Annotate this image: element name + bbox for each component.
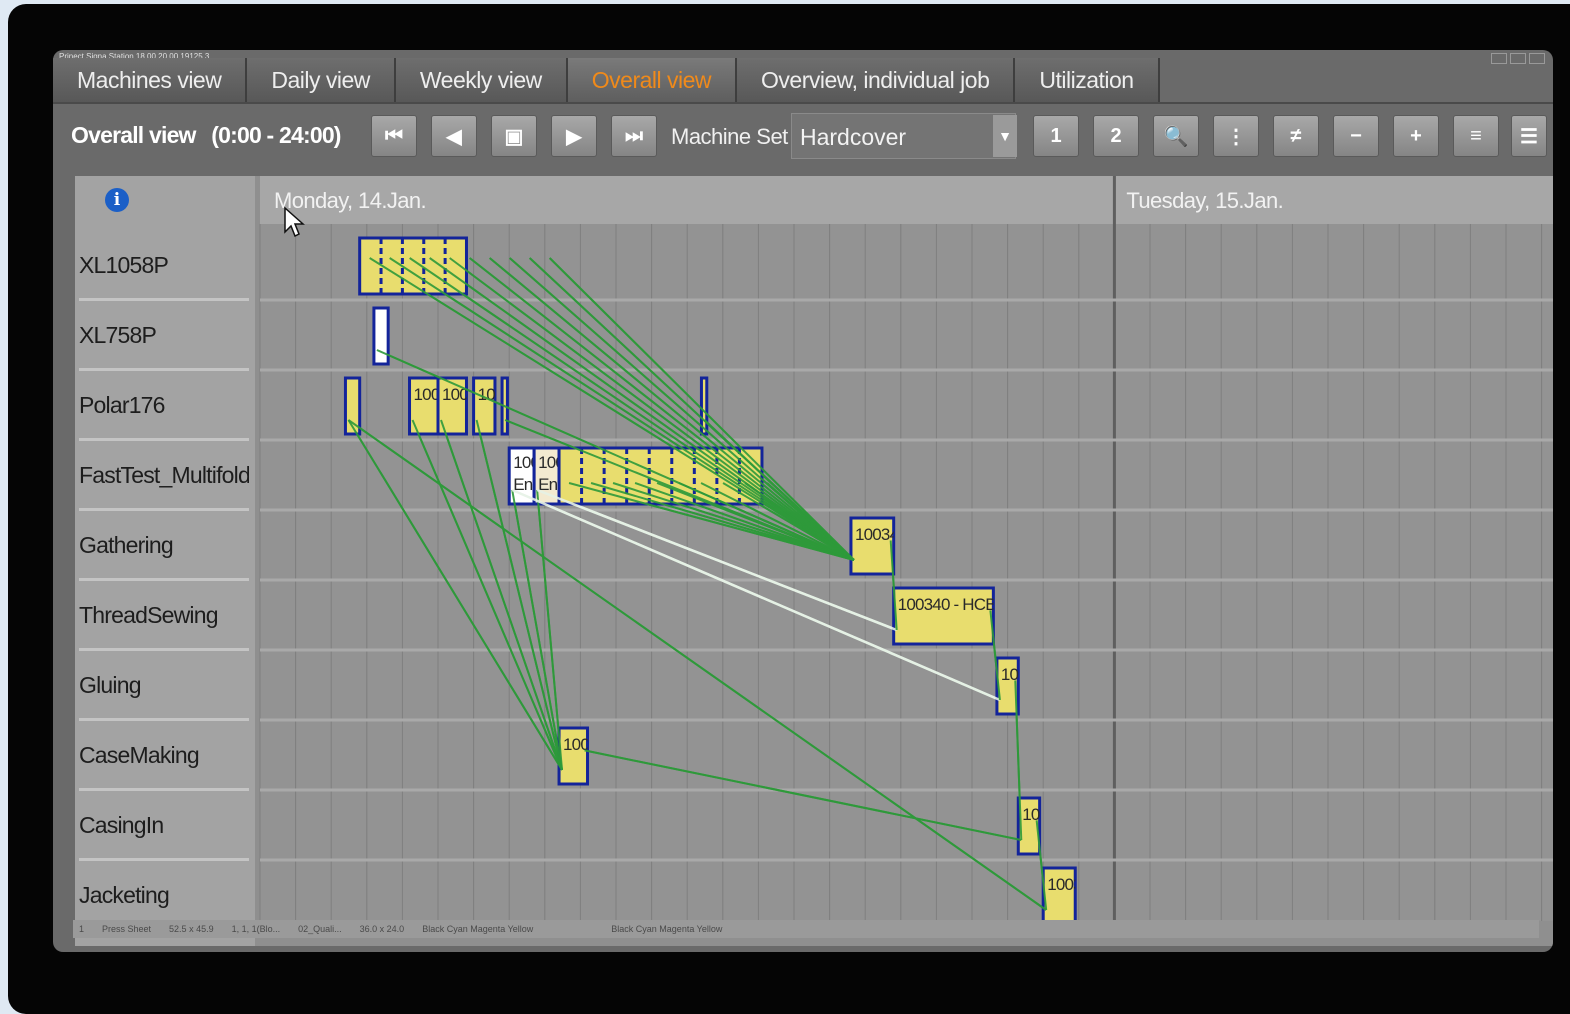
next-icon: ▶ <box>566 125 582 148</box>
list-button[interactable]: ≡ <box>1453 115 1499 157</box>
network-icon: ⋮ <box>1226 125 1246 148</box>
status-bar: 1 Press Sheet 52.5 x 45.9 1, 1, 1(Blo...… <box>73 920 1539 938</box>
status-item: 1, 1, 1(Blo... <box>231 924 281 934</box>
tab-overview-individual-job[interactable]: Overview, individual job <box>737 58 1016 102</box>
status-item: 1 <box>79 924 85 934</box>
zoom-in-button[interactable]: + <box>1393 115 1439 157</box>
machine-set-label: Machine Set <box>671 124 788 149</box>
previous-icon: ◀ <box>446 125 462 148</box>
first-button[interactable]: ⏮ <box>371 115 417 157</box>
list-icon: ≡ <box>1470 124 1482 147</box>
machine-set-select[interactable]: Hardcover <box>791 113 1016 159</box>
next-button[interactable]: ▶ <box>551 115 597 157</box>
view-1-icon: 1 <box>1050 124 1062 147</box>
today-icon: ▣ <box>504 125 524 148</box>
tab-utilization[interactable]: Utilization <box>1015 58 1160 102</box>
first-icon: ⏮ <box>385 124 403 147</box>
application-window: Prinect Signa Station 18.00 20.00.19125.… <box>53 50 1553 952</box>
status-item: 02_Quali... <box>298 924 342 934</box>
view-tabs: Machines view Daily view Weekly view Ove… <box>53 58 1553 102</box>
chevron-down-icon[interactable]: ▼ <box>993 115 1017 157</box>
document-search-button[interactable]: 🔍 <box>1153 115 1199 157</box>
day-label: Tuesday, 15.Jan. <box>1126 188 1283 213</box>
page-title: Overall view (0:00 - 24:00) <box>71 122 341 149</box>
tab-weekly-view[interactable]: Weekly view <box>395 58 568 102</box>
gantt-canvas: Monday, 14.Jan.Tuesday, 15.Jan.100340100… <box>259 176 1553 921</box>
toolbar: Overall view (0:00 - 24:00) ⏮ ◀ ▣ ▶ ⏭ Ma… <box>53 102 1553 168</box>
tab-overall-view[interactable]: Overall view <box>567 58 738 102</box>
rows-button[interactable]: ☰ <box>1511 115 1547 157</box>
rows-icon: ☰ <box>1520 125 1538 148</box>
tab-daily-view[interactable]: Daily view <box>247 58 396 102</box>
view-title: Overall view <box>71 122 196 148</box>
status-item: Press Sheet <box>102 924 152 934</box>
no-links-icon: ≠ <box>1290 124 1302 147</box>
status-item: 52.5 x 45.9 <box>169 924 214 934</box>
previous-button[interactable]: ◀ <box>431 115 477 157</box>
last-button[interactable]: ⏭ <box>611 115 657 157</box>
last-icon: ⏭ <box>625 124 643 147</box>
zoom-in-icon: + <box>1410 124 1422 147</box>
tab-machines-view[interactable]: Machines view <box>53 58 248 102</box>
hide-links-button[interactable]: ≠ <box>1273 115 1319 157</box>
job-bar[interactable] <box>372 306 390 366</box>
timeline-header <box>260 176 1553 224</box>
mouse-cursor-icon <box>284 206 305 238</box>
document-search-icon: 🔍 <box>1163 125 1189 148</box>
status-item: Black Cyan Magenta Yellow <box>611 924 723 934</box>
status-item: 36.0 x 24.0 <box>359 924 405 934</box>
time-range: (0:00 - 24:00) <box>211 122 341 148</box>
zoom-out-button[interactable]: − <box>1333 115 1379 157</box>
view-1-button[interactable]: 1 <box>1033 115 1079 157</box>
view-2-icon: 2 <box>1110 124 1122 147</box>
zoom-out-icon: − <box>1350 124 1362 147</box>
network-button[interactable]: ⋮ <box>1213 115 1259 157</box>
view-2-button[interactable]: 2 <box>1093 115 1139 157</box>
gantt-chart: i XL1058P XL758P Polar176 FastTest_Multifol… <box>75 176 1553 946</box>
today-button[interactable]: ▣ <box>491 115 537 157</box>
job-bar-fill <box>372 306 390 366</box>
status-item: Black Cyan Magenta Yellow <box>422 924 534 934</box>
